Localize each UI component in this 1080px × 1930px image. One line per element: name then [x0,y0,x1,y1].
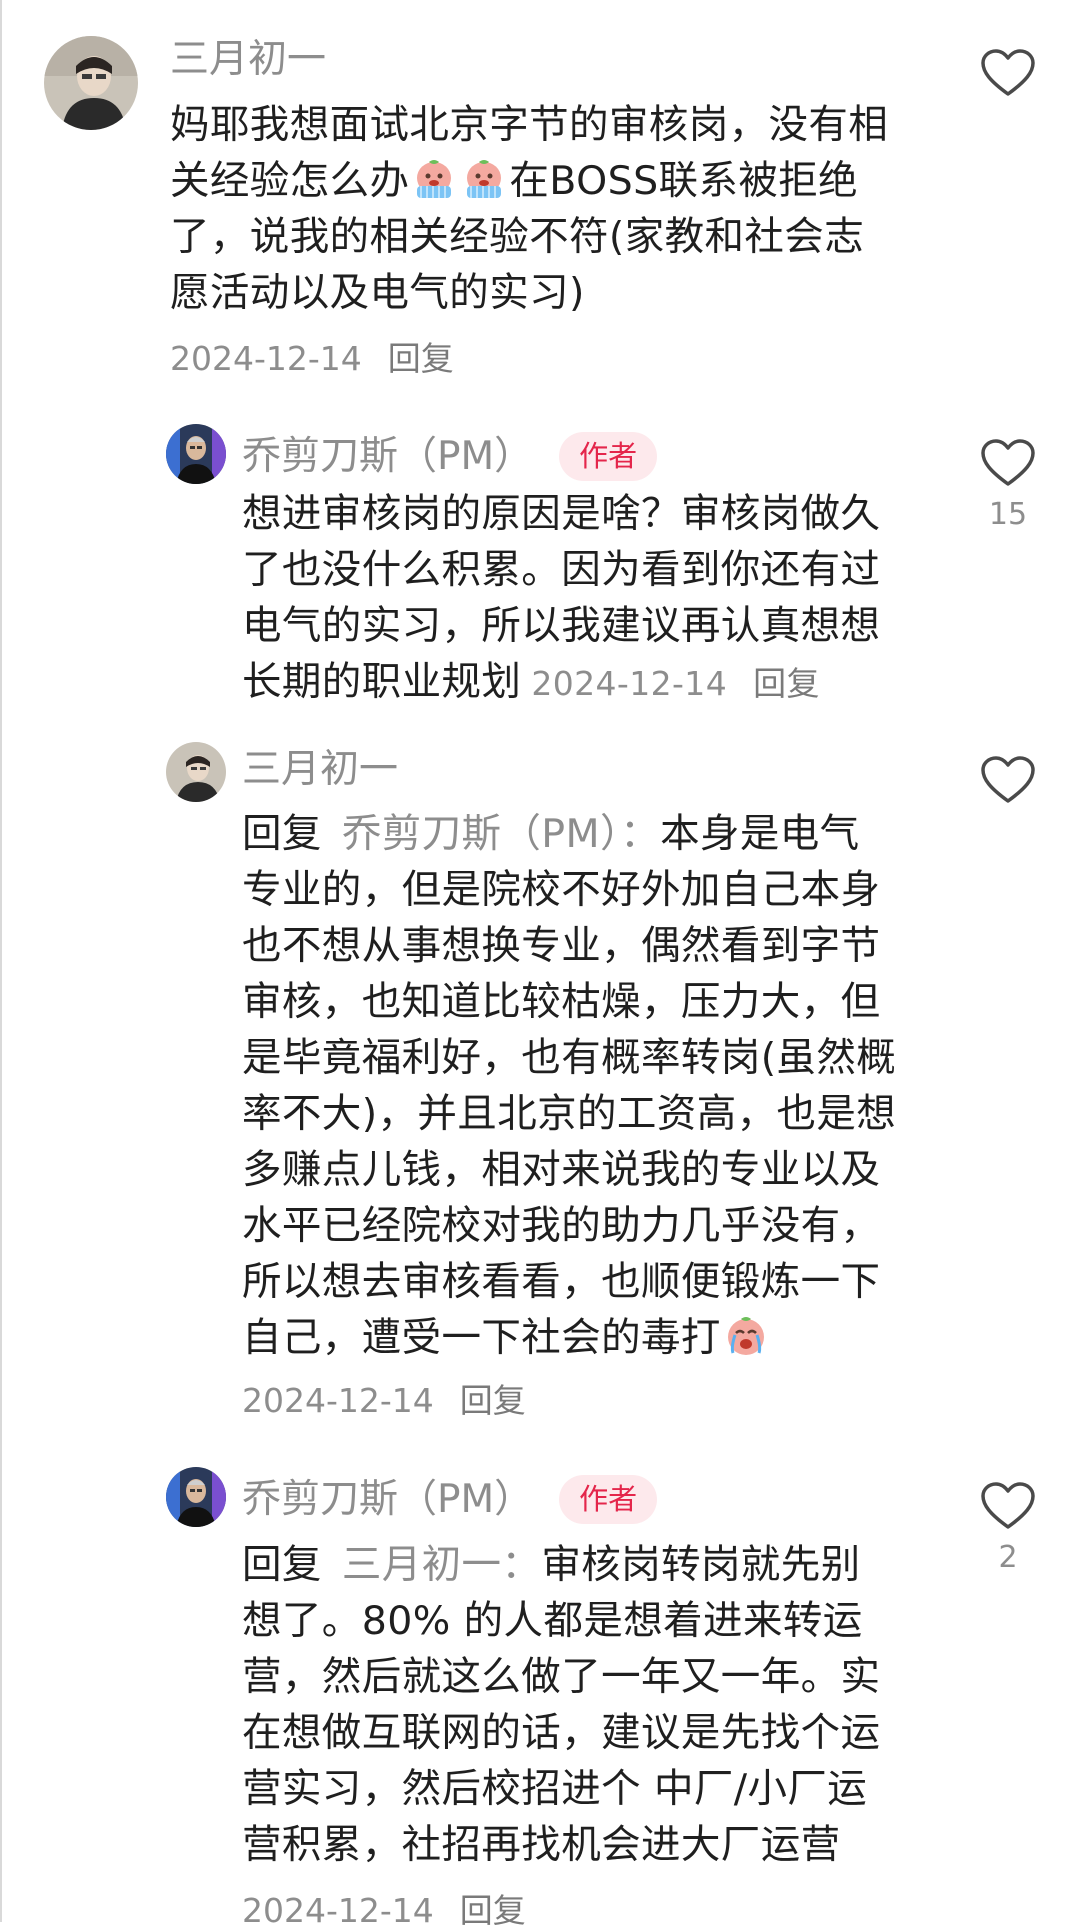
like-button[interactable] [973,755,1043,805]
crying-face-emoji [411,156,457,202]
username[interactable]: 三月初一 [170,40,326,79]
comment-line: 关经验怎么办 在BOSS联系被拒绝 [170,153,888,209]
avatar[interactable] [166,1467,226,1527]
comment-body: 想进审核岗的原因是啥？审核岗做久 了也没什么积累。因为看到你还有过 电气的实习，… [242,486,880,712]
comment-line: 率不大)，并且北京的工资高，也是想 [242,1091,897,1137]
left-edge-divider [0,0,2,1922]
avatar[interactable] [166,424,226,484]
comment-line: 了也没什么积累。因为看到你还有过 [242,547,881,593]
comment-line: 所以想去审核看看，也顺便锻炼一下 [242,1259,881,1305]
comment-header: 三月初一 [170,40,326,79]
comment-line: 多赚点儿钱，相对来说我的专业以及 [242,1147,881,1193]
reply-prefix: 回复 [242,1542,322,1588]
comment-line-text: 审核岗转岗就先别 [541,1542,861,1588]
comment-meta: 2024-12-14 回复 [170,342,454,375]
reply-button[interactable]: 回复 [460,1891,526,1930]
comment-line-text: 在BOSS联系被拒绝 [509,158,859,204]
comment-meta: 2024-12-14 回复 [242,1384,526,1417]
comment-line: 了，说我的相关经验不符(家教和社会志 [170,214,865,260]
comment-line: 回复 乔剪刀斯（PM）：本身是电气 [242,806,896,862]
like-button[interactable]: 2 [973,1481,1043,1573]
comment-line: 营积累，社招再找机会进大厂运营 [242,1822,841,1868]
avatar[interactable] [166,742,226,802]
comment-line: 妈耶我想面试北京字节的审核岗，没有相 [170,102,889,148]
comment-line: 水平已经院校对我的助力几乎没有， [242,1203,881,1249]
comment-line: 长期的职业规划 2024-12-14 回复 [242,654,880,712]
comment-body: 妈耶我想面试北京字节的审核岗，没有相 关经验怎么办 在BOSS联系被拒绝 了，说我… [170,97,888,321]
comment-meta: 2024-12-14 回复 [242,1894,526,1927]
author-badge: 作者 [559,432,658,481]
comment-line: 想了。80% 的人都是想着进来转运 [242,1598,863,1644]
reply-button[interactable]: 回复 [388,339,454,378]
comment-body: 回复 三月初一：审核岗转岗就先别 想了。80% 的人都是想着进来转运 营，然后就这… [242,1537,880,1873]
comment-date: 2024-12-14 [531,664,728,703]
author-badge: 作者 [559,1475,658,1524]
comment-line: 想进审核岗的原因是啥？审核岗做久 [242,491,881,537]
comment-line-text: 长期的职业规划 [242,659,522,705]
comment-body: 回复 乔剪刀斯（PM）：本身是电气 专业的，但是院校不好外加自己本身 也不想从事想… [242,806,896,1366]
reply-button[interactable]: 回复 [460,1381,526,1420]
reply-target-user[interactable]: 乔剪刀斯（PM）： [342,811,660,857]
comment-line: 愿活动以及电气的实习) [170,270,585,316]
comment-header: 乔剪刀斯（PM） 作者 [242,432,658,481]
comment-line: 电气的实习，所以我建议再认真想想 [242,603,881,649]
heart-outline-icon [981,439,1035,486]
comment-line: 营实习，然后校招进个 中厂/小厂运 [242,1766,868,1812]
username[interactable]: 三月初一 [242,750,398,789]
comment-line: 也不想从事想换专业，偶然看到字节 [242,923,881,969]
comment-date: 2024-12-14 [170,339,362,378]
comment-line: 回复 三月初一：审核岗转岗就先别 [242,1537,880,1593]
comment-date: 2024-12-14 [242,1381,434,1420]
heart-outline-icon [981,1482,1035,1529]
comment-line: 是毕竟福利好，也有概率转岗(虽然概 [242,1035,897,1081]
comment-line: 营，然后就这么做了一年又一年。实 [242,1654,881,1700]
heart-outline-icon [981,756,1035,803]
like-button[interactable]: 15 [973,438,1043,530]
like-button[interactable] [973,48,1043,98]
username[interactable]: 乔剪刀斯（PM） [242,1480,533,1519]
username[interactable]: 乔剪刀斯（PM） [242,437,533,476]
crying-face-emoji [461,156,507,202]
like-count: 2 [998,1540,1018,1575]
comment-line: 自己，遭受一下社会的毒打 [242,1310,896,1366]
crying-face-emoji [723,1313,769,1359]
heart-outline-icon [981,49,1035,96]
like-count: 15 [988,497,1028,532]
comment-header: 乔剪刀斯（PM） 作者 [242,1475,658,1524]
reply-button[interactable]: 回复 [753,664,820,703]
comment-date: 2024-12-14 [242,1891,434,1930]
reply-target-user[interactable]: 三月初一： [342,1542,542,1588]
comment-line-text: 本身是电气 [660,811,860,857]
comment-line-text: 自己，遭受一下社会的毒打 [242,1315,721,1361]
comment-line: 审核，也知道比较枯燥，压力大，但 [242,979,881,1025]
reply-prefix: 回复 [242,811,322,857]
comment-line-text: 关经验怎么办 [170,158,410,204]
comment-line: 专业的，但是院校不好外加自己本身 [242,867,881,913]
comment-header: 三月初一 [242,750,398,789]
comment-line: 在想做互联网的话，建议是先找个运 [242,1710,881,1756]
avatar[interactable] [44,36,138,130]
